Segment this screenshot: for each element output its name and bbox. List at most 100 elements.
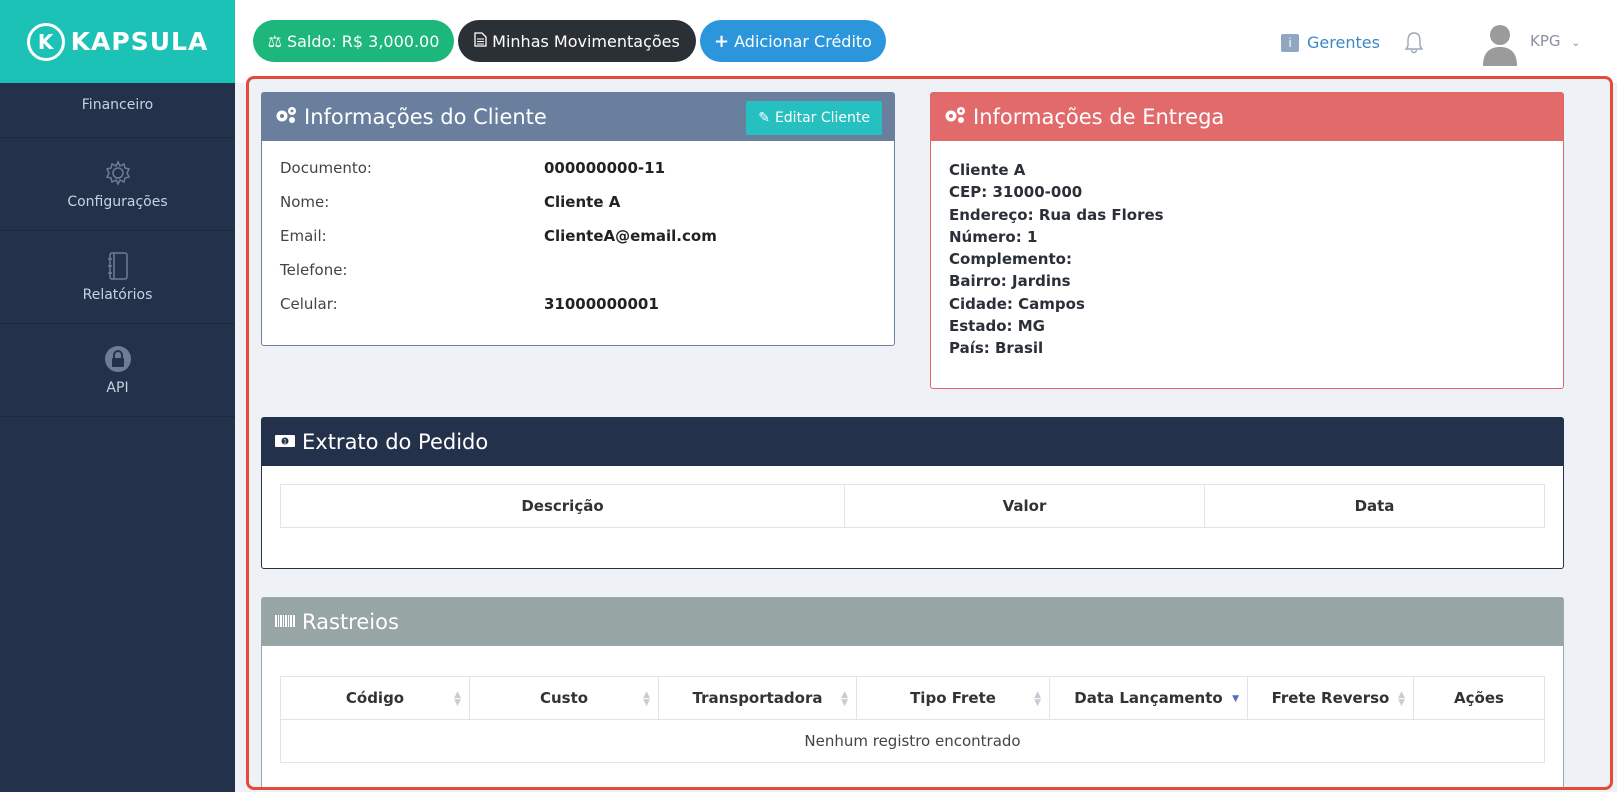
cliente-info-list: Documento: 000000000-11 Nome: Cliente A … xyxy=(262,141,894,321)
sort-icon: ▲ ▼ xyxy=(454,690,461,708)
info-label: Email: xyxy=(280,227,327,245)
column-header-data[interactable]: Data xyxy=(1204,484,1545,528)
topbar: ⚖ Saldo: R$ 3,000.00 Minhas Movimentaçõe… xyxy=(235,0,1617,83)
rastreios-title: Rastreios xyxy=(302,610,399,634)
address-line: CEP: 31000-000 xyxy=(949,183,1083,202)
column-header-tipo-frete[interactable]: Tipo Frete ▲ ▼ xyxy=(856,676,1050,720)
user-menu[interactable]: KPG ⌄ xyxy=(1530,32,1581,50)
column-label: Data Lançamento xyxy=(1074,689,1223,707)
balance-scale-icon: ⚖ xyxy=(267,31,282,51)
sidebar-item-label: Financeiro xyxy=(81,97,154,113)
content-frame: Informações do Cliente ✎ Editar Cliente … xyxy=(246,76,1613,790)
sort-icon: ▲ ▼ xyxy=(643,690,650,708)
editar-label: Editar Cliente xyxy=(774,110,870,126)
brand-mark-icon: K xyxy=(26,22,65,61)
sort-desc-icon: ▼ xyxy=(1232,694,1239,704)
cliente-panel-header: Informações do Cliente ✎ Editar Cliente xyxy=(262,93,894,141)
sort-icon: ▲ ▼ xyxy=(841,690,848,708)
entrega-panel: Informações de Entrega Cliente A CEP: 31… xyxy=(930,92,1564,389)
sidebar-item-configuracoes[interactable]: Configurações xyxy=(0,138,235,231)
sidebar: K KAPSULA Financeiro Configurações Relat… xyxy=(0,0,235,792)
column-label: Ações xyxy=(1454,689,1504,707)
chevron-down-icon: ⌄ xyxy=(1571,36,1581,49)
user-name: KPG xyxy=(1530,32,1561,50)
info-value: 000000000-11 xyxy=(544,159,666,177)
sort-icon: ▲ ▼ xyxy=(1398,690,1405,708)
column-label: Código xyxy=(345,689,405,707)
info-row-telefone: Telefone: xyxy=(262,253,894,287)
sidebar-item-api[interactable]: API xyxy=(0,324,235,417)
barcode-icon xyxy=(274,610,296,634)
brand-name: KAPSULA xyxy=(70,27,209,56)
saldo-button[interactable]: ⚖ Saldo: R$ 3,000.00 xyxy=(253,20,454,62)
sidebar-item-label: Relatórios xyxy=(82,287,153,303)
gerentes-label: Gerentes xyxy=(1307,33,1380,52)
gear-icon xyxy=(103,158,133,188)
movimentacoes-button[interactable]: Minhas Movimentações xyxy=(458,20,696,62)
column-header-codigo[interactable]: Código ▲ ▼ xyxy=(280,676,470,720)
column-header-descricao[interactable]: Descrição xyxy=(280,484,845,528)
info-row-nome: Nome: Cliente A xyxy=(262,185,894,219)
rastreios-panel: Rastreios Código ▲ ▼ Custo ▲ ▼ Transportador… xyxy=(261,597,1564,787)
info-value: Cliente A xyxy=(544,193,621,211)
avatar[interactable] xyxy=(1480,22,1520,66)
address-line: País: Brasil xyxy=(949,339,1044,358)
brand-logo[interactable]: K KAPSULA xyxy=(0,0,235,83)
info-row-celular: Celular: 31000000001 xyxy=(262,287,894,321)
column-header-transportadora[interactable]: Transportadora ▲ ▼ xyxy=(658,676,857,720)
info-icon: i xyxy=(1281,33,1299,52)
address-line: Complemento: xyxy=(949,250,1072,269)
lock-icon xyxy=(103,344,133,374)
notebook-icon xyxy=(103,251,133,281)
pencil-icon: ✎ xyxy=(758,110,770,126)
entrega-panel-header: Informações de Entrega xyxy=(931,93,1563,141)
adicionar-credito-button[interactable]: + Adicionar Crédito xyxy=(700,20,886,62)
extrato-panel-header: 1 Extrato do Pedido xyxy=(262,418,1563,466)
address-line: Bairro: Jardins xyxy=(949,272,1071,291)
info-row-documento: Documento: 000000000-11 xyxy=(262,151,894,185)
rastreios-table: Código ▲ ▼ Custo ▲ ▼ Transportadora ▲ ▼ Tipo F… xyxy=(280,676,1545,763)
sort-icon: ▲ ▼ xyxy=(1034,690,1041,708)
cliente-title: Informações do Cliente xyxy=(304,105,547,129)
cogs-icon xyxy=(943,105,967,130)
column-header-data-lancamento[interactable]: Data Lançamento ▼ xyxy=(1049,676,1248,720)
svg-text:1: 1 xyxy=(283,439,287,446)
gerentes-link[interactable]: i Gerentes xyxy=(1281,33,1380,52)
table-header-row: Descrição Valor Data xyxy=(280,484,1545,528)
column-header-frete-reverso[interactable]: Frete Reverso ▲ ▼ xyxy=(1247,676,1414,720)
address-line: Endereço: Rua das Flores xyxy=(949,205,1164,224)
sidebar-item-label: Configurações xyxy=(67,194,168,210)
sidebar-item-financeiro[interactable]: Financeiro xyxy=(0,83,235,138)
address-line: Número: 1 xyxy=(949,227,1038,246)
sidebar-item-relatorios[interactable]: Relatórios xyxy=(0,231,235,324)
money-icon: 1 xyxy=(274,430,296,454)
table-row-empty: Nenhum registro encontrado xyxy=(280,719,1545,763)
bell-icon[interactable] xyxy=(1403,30,1425,58)
column-label: Transportadora xyxy=(692,689,823,707)
table-header-row: Código ▲ ▼ Custo ▲ ▼ Transportadora ▲ ▼ Tipo F… xyxy=(280,676,1545,720)
document-icon xyxy=(474,31,487,51)
column-header-custo[interactable]: Custo ▲ ▼ xyxy=(469,676,659,720)
info-value: ClienteA@email.com xyxy=(544,227,717,245)
address-line: Estado: MG xyxy=(949,317,1045,336)
extrato-title: Extrato do Pedido xyxy=(302,430,489,454)
info-label: Celular: xyxy=(280,295,338,313)
column-label: Tipo Frete xyxy=(910,689,996,707)
address-line: Cliente A xyxy=(949,161,1026,179)
editar-cliente-button[interactable]: ✎ Editar Cliente xyxy=(746,101,882,135)
column-header-acoes: Ações xyxy=(1413,676,1545,720)
info-label: Nome: xyxy=(280,193,330,211)
column-label: Frete Reverso xyxy=(1271,689,1390,707)
empty-message: Nenhum registro encontrado xyxy=(280,719,1545,763)
adicionar-label: Adicionar Crédito xyxy=(734,31,872,51)
extrato-panel: 1 Extrato do Pedido Descrição Valor Data xyxy=(261,417,1564,569)
info-label: Documento: xyxy=(280,159,372,177)
extrato-table: Descrição Valor Data xyxy=(280,484,1545,528)
address-line: Cidade: Campos xyxy=(949,294,1085,313)
info-row-email: Email: ClienteA@email.com xyxy=(262,219,894,253)
rastreios-panel-header: Rastreios xyxy=(262,598,1563,646)
column-header-valor[interactable]: Valor xyxy=(844,484,1205,528)
entrega-title: Informações de Entrega xyxy=(973,105,1225,129)
entrega-address: Cliente A CEP: 31000-000 Endereço: Rua d… xyxy=(931,141,1563,378)
plus-icon: + xyxy=(714,30,730,52)
